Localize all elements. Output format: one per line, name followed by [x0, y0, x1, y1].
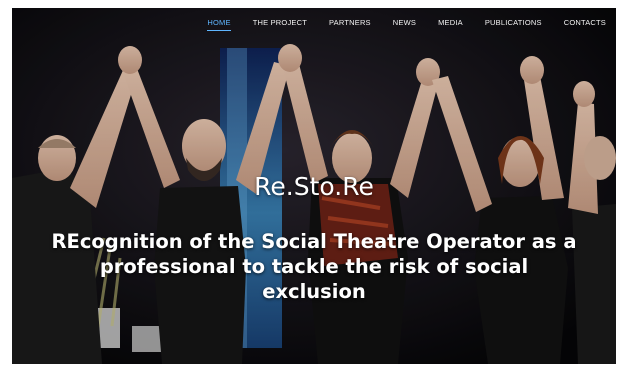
nav-item-media[interactable]: MEDIA — [438, 18, 463, 31]
hero-subtitle-line: exclusion — [262, 280, 366, 303]
website-screen: HOME THE PROJECT PARTNERS NEWS MEDIA PUB… — [12, 8, 616, 364]
nav-item-news[interactable]: NEWS — [393, 18, 416, 31]
hero-title: Re.Sto.Re — [254, 172, 374, 201]
nav-item-publications[interactable]: PUBLICATIONS — [485, 18, 542, 31]
nav-menu: HOME THE PROJECT PARTNERS NEWS MEDIA PUB… — [185, 18, 606, 31]
top-navigation: HOME THE PROJECT PARTNERS NEWS MEDIA PUB… — [12, 8, 616, 42]
hero-subtitle-line: professional to tackle the risk of socia… — [99, 255, 529, 278]
nav-item-contacts[interactable]: CONTACTS — [564, 18, 606, 31]
hero-subtitle: REcognition of the Social Theatre Operat… — [12, 229, 616, 304]
hero-subtitle-line: REcognition of the Social Theatre Operat… — [51, 230, 577, 253]
nav-item-home[interactable]: HOME — [207, 18, 232, 31]
nav-item-the-project[interactable]: THE PROJECT — [253, 18, 307, 31]
nav-item-partners[interactable]: PARTNERS — [329, 18, 371, 31]
